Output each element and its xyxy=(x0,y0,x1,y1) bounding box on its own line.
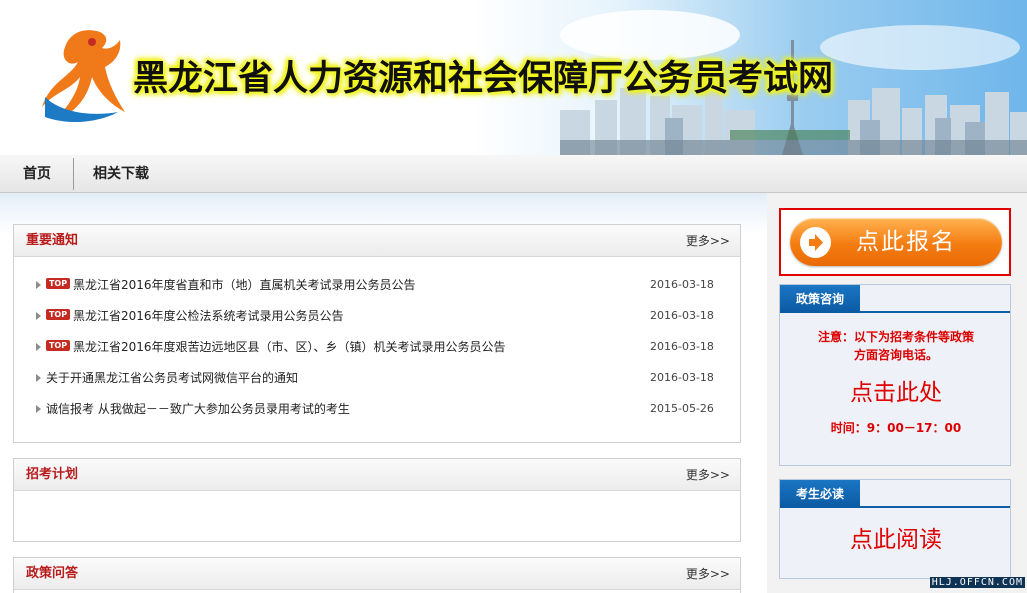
nav-divider xyxy=(73,158,74,190)
site-logo-icon xyxy=(42,30,125,123)
must-read-link[interactable]: 点此阅读 xyxy=(780,520,1012,554)
notice-date: 2016-03-18 xyxy=(650,309,714,322)
list-item[interactable]: TOP 黑龙江省2016年度省直和市（地）直属机关考试录用公务员公告 2016-… xyxy=(36,275,716,295)
policy-click-here-link[interactable]: 点击此处 xyxy=(780,373,1012,407)
nav-item-home[interactable]: 首页 xyxy=(23,155,51,193)
notices-panel-title: 重要通知 xyxy=(26,233,79,248)
main-nav: 首页 相关下载 xyxy=(0,155,1027,193)
watermark: HLJ.OFFCN.COM xyxy=(929,577,1025,588)
top-badge: TOP xyxy=(46,309,70,320)
notice-date: 2016-03-18 xyxy=(650,340,714,353)
list-item[interactable]: 关于开通黑龙江省公务员考试网微信平台的通知 2016-03-18 xyxy=(36,368,716,388)
bullet-arrow-icon xyxy=(36,281,41,289)
policy-consult-box: 政策咨询 注意：以下为招考条件等政策 方面咨询电话。 点击此处 时间：9：00－… xyxy=(779,284,1011,466)
must-read-box: 考生必读 点此阅读 xyxy=(779,479,1011,579)
bullet-arrow-icon xyxy=(36,343,41,351)
site-banner: 黑龙江省人力资源和社会保障厅公务员考试网 xyxy=(0,0,1027,155)
policy-consult-tab: 政策咨询 xyxy=(780,285,860,313)
policy-consult-header: 政策咨询 xyxy=(780,285,1010,313)
top-badge: TOP xyxy=(46,278,70,289)
qa-panel-header: 政策问答 更多>> xyxy=(14,558,740,590)
signup-button-label: 点此报名 xyxy=(856,229,956,255)
must-read-tab: 考生必读 xyxy=(780,480,860,508)
notices-panel-header: 重要通知 更多>> xyxy=(14,225,740,257)
site-title: 黑龙江省人力资源和社会保障厅公务员考试网 xyxy=(133,59,834,99)
notice-date: 2016-03-18 xyxy=(650,278,714,291)
notice-title[interactable]: 黑龙江省2016年度公检法系统考试录用公务员公告 xyxy=(73,306,344,326)
notice-date: 2016-03-18 xyxy=(650,371,714,384)
bullet-arrow-icon xyxy=(36,374,41,382)
notices-panel: 重要通知 更多>> TOP 黑龙江省2016年度省直和市（地）直属机关考试录用公… xyxy=(13,224,741,443)
policy-note-line2: 方面咨询电话。 xyxy=(853,348,938,362)
qa-panel-title: 政策问答 xyxy=(26,566,79,581)
notice-title[interactable]: 诚信报考 从我做起－－致广大参加公务员录用考试的考生 xyxy=(46,399,350,419)
bullet-arrow-icon xyxy=(36,312,41,320)
notice-title[interactable]: 黑龙江省2016年度省直和市（地）直属机关考试录用公务员公告 xyxy=(73,275,416,295)
notice-title[interactable]: 关于开通黑龙江省公务员考试网微信平台的通知 xyxy=(46,368,298,388)
list-item[interactable]: TOP 黑龙江省2016年度公检法系统考试录用公务员公告 2016-03-18 xyxy=(36,306,716,326)
signup-highlight-box: 点此报名 xyxy=(779,208,1011,276)
plan-panel-header: 招考计划 更多>> xyxy=(14,459,740,491)
nav-item-downloads[interactable]: 相关下载 xyxy=(93,155,149,193)
must-read-header: 考生必读 xyxy=(780,480,1010,508)
notice-title[interactable]: 黑龙江省2016年度艰苦边远地区县（市、区）、乡（镇）机关考试录用公务员公告 xyxy=(73,337,506,357)
list-item[interactable]: 诚信报考 从我做起－－致广大参加公务员录用考试的考生 2015-05-26 xyxy=(36,399,716,419)
policy-hours: 时间：9：00－17：00 xyxy=(830,421,962,435)
qa-more-link[interactable]: 更多>> xyxy=(686,558,730,590)
bullet-arrow-icon xyxy=(36,405,41,413)
top-badge: TOP xyxy=(46,340,70,351)
notice-date: 2015-05-26 xyxy=(650,402,714,415)
plan-more-link[interactable]: 更多>> xyxy=(686,459,730,491)
plan-panel: 招考计划 更多>> xyxy=(13,458,741,542)
list-item[interactable]: TOP 黑龙江省2016年度艰苦边远地区县（市、区）、乡（镇）机关考试录用公务员… xyxy=(36,337,716,357)
plan-panel-title: 招考计划 xyxy=(26,467,79,482)
policy-note-line1: 注意：以下为招考条件等政策 xyxy=(817,330,974,344)
notices-more-link[interactable]: 更多>> xyxy=(686,225,730,257)
qa-panel: 政策问答 更多>> xyxy=(13,557,741,593)
signup-button[interactable]: 点此报名 xyxy=(790,218,1002,266)
arrow-right-circle-icon xyxy=(800,227,831,258)
